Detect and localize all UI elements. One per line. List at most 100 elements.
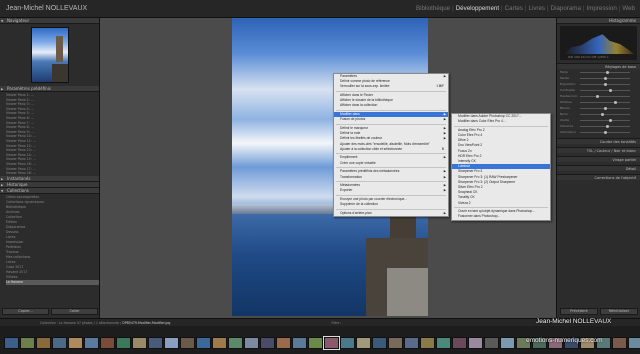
context-menu-item-label: Supprimer de la collection (340, 202, 378, 207)
slider-track[interactable] (580, 102, 630, 103)
split-toning-header[interactable]: Virage partiel (557, 156, 640, 162)
filmstrip-thumbnail[interactable] (260, 337, 275, 349)
context-menu-item[interactable]: Afficher dans la collection (334, 103, 448, 108)
filmstrip-thumbnail[interactable] (468, 337, 483, 349)
slider-track[interactable] (580, 114, 630, 115)
slider-knob[interactable] (603, 106, 607, 110)
filmstrip-thumbnail[interactable] (340, 337, 355, 349)
filmstrip-thumbnail[interactable] (308, 337, 323, 349)
slider-track[interactable] (580, 90, 630, 91)
slider-knob[interactable] (608, 88, 612, 92)
slider-knob[interactable] (596, 94, 599, 98)
histogram-header[interactable]: Histogramme (557, 18, 640, 24)
filmstrip-thumbnail[interactable] (4, 337, 19, 349)
basic-panel-header[interactable]: Réglages de base (557, 63, 640, 69)
module-livres[interactable]: Livres (528, 5, 547, 12)
filmstrip-thumbnail[interactable] (100, 337, 115, 349)
slider-knob[interactable] (601, 112, 604, 116)
filmstrip-thumbnail[interactable] (356, 337, 371, 349)
presets-header[interactable]: ▶ Paramètres prédéfinis (0, 86, 99, 92)
slider-track[interactable] (580, 96, 630, 97)
previous-button[interactable]: Précédent (560, 308, 598, 315)
filmstrip-thumbnail[interactable] (372, 337, 387, 349)
filmstrip-thumbnail[interactable] (20, 337, 35, 349)
module-impression[interactable]: Impression (586, 5, 618, 12)
slider-track[interactable] (580, 72, 630, 73)
filmstrip-thumbnail[interactable] (292, 337, 307, 349)
context-menu-item-label: Verrouiller sur la sous-exp. limitée (340, 84, 390, 89)
navigator-preview[interactable] (30, 27, 69, 83)
filmstrip-thumbnail[interactable] (212, 337, 227, 349)
context-menu-item[interactable]: Supprimer de la collection (334, 202, 448, 207)
filmstrip-thumbnail[interactable] (52, 337, 67, 349)
slider-row: Ombres (560, 100, 637, 105)
filmstrip-thumbnail[interactable] (388, 337, 403, 349)
reset-button[interactable]: Réinitialiser (600, 308, 638, 315)
filmstrip-thumbnail[interactable] (484, 337, 499, 349)
collections-header[interactable]: ▼ Collections (0, 187, 99, 194)
context-menu-item-label: Paramètres (340, 74, 358, 78)
context-menu-item[interactable]: Transformation ▶ (334, 175, 448, 180)
slider-knob[interactable] (606, 124, 609, 128)
filmstrip-thumbnail[interactable] (612, 337, 627, 349)
context-menu-item[interactable]: Options d'arrière-plan ▶ (334, 211, 448, 216)
filmstrip-thumbnail[interactable] (68, 337, 83, 349)
navigator-header[interactable]: ▼ Navigateur (0, 18, 99, 24)
filmstrip-thumbnail[interactable] (323, 336, 340, 350)
filmstrip-thumbnail[interactable] (276, 337, 291, 349)
filmstrip-thumbnail[interactable] (628, 337, 640, 349)
submenu-item-label: Focus 2n (458, 148, 472, 153)
filmstrip-source[interactable]: Collection : La Havane (40, 321, 76, 325)
submenu-item[interactable]: Modifier dans Color Efex Pro 4... (452, 119, 550, 124)
filmstrip-thumbnail[interactable] (132, 337, 147, 349)
detail-header[interactable]: Détail (557, 165, 640, 171)
module-cartes[interactable]: Cartes (504, 5, 524, 12)
filmstrip-thumbnail[interactable] (228, 337, 243, 349)
slider-track[interactable] (580, 120, 630, 121)
filmstrip-thumbnail[interactable] (244, 337, 259, 349)
slider-knob[interactable] (603, 76, 607, 80)
filmstrip-thumbnail[interactable] (84, 337, 99, 349)
slider-knob[interactable] (606, 70, 609, 74)
menu-separator (454, 124, 548, 127)
filmstrip-thumbnail[interactable] (180, 337, 195, 349)
submenu-item-label: Fusionner dans Photoshop... (458, 214, 501, 219)
context-menu-item[interactable]: Ajouter à la collection cible et sélecti… (334, 147, 448, 152)
filmstrip-thumbnail[interactable] (420, 337, 435, 349)
copy-button[interactable]: Copier... (2, 308, 49, 315)
slider-knob[interactable] (608, 118, 612, 122)
filmstrip-thumbnail[interactable] (452, 337, 467, 349)
tone-curve-header[interactable]: Courbe des tonalités (557, 138, 640, 144)
menu-separator (454, 206, 548, 209)
lens-corrections-header[interactable]: Corrections de l'objectif (557, 174, 640, 180)
collection-item[interactable]: La Havane (6, 279, 99, 285)
slider-knob[interactable] (613, 100, 617, 104)
module-biblioth-que[interactable]: Bibliothèque (415, 5, 451, 12)
filmstrip-thumbnail[interactable] (148, 337, 163, 349)
context-menu-item[interactable]: Exporter ▶ (334, 188, 448, 193)
filmstrip-thumbnail[interactable] (404, 337, 419, 349)
filmstrip-thumbnail[interactable] (196, 337, 211, 349)
slider-knob[interactable] (603, 82, 607, 86)
menu-separator (336, 180, 446, 183)
module-web[interactable]: Web (621, 5, 636, 12)
submenu-item[interactable]: Viveza 2 (452, 201, 550, 206)
submenu-arrow-icon: ▶ (443, 188, 446, 193)
context-menu-item[interactable]: Créer une copie virtuelle (334, 161, 448, 166)
module-d-veloppement[interactable]: Développement (455, 5, 500, 12)
hsl-header[interactable]: TSL / Couleur / Noir et blanc (557, 147, 640, 153)
context-menu-item[interactable]: Fusion de photos ▶ (334, 117, 448, 122)
context-menu-item[interactable]: Verrouiller sur la sous-exp. limitée ⇧⌘F (334, 84, 448, 89)
slider-knob[interactable] (603, 130, 607, 134)
histogram[interactable]: ISO 100 24 mm f/8 1/250 s (560, 26, 637, 60)
paste-button[interactable]: Coller (51, 308, 98, 315)
filmstrip-thumbnail[interactable] (164, 337, 179, 349)
filmstrip-thumbnail[interactable] (436, 337, 451, 349)
slider-track[interactable] (580, 126, 630, 127)
submenu-item[interactable]: Fusionner dans Photoshop... (452, 214, 550, 219)
submenu-item-label: Color Efex Pro 4 (458, 133, 483, 138)
filmstrip-thumbnail[interactable] (36, 337, 51, 349)
module-diaporama[interactable]: Diaporama (550, 5, 582, 12)
filmstrip-thumbnail[interactable] (500, 337, 515, 349)
filmstrip-thumbnail[interactable] (116, 337, 131, 349)
